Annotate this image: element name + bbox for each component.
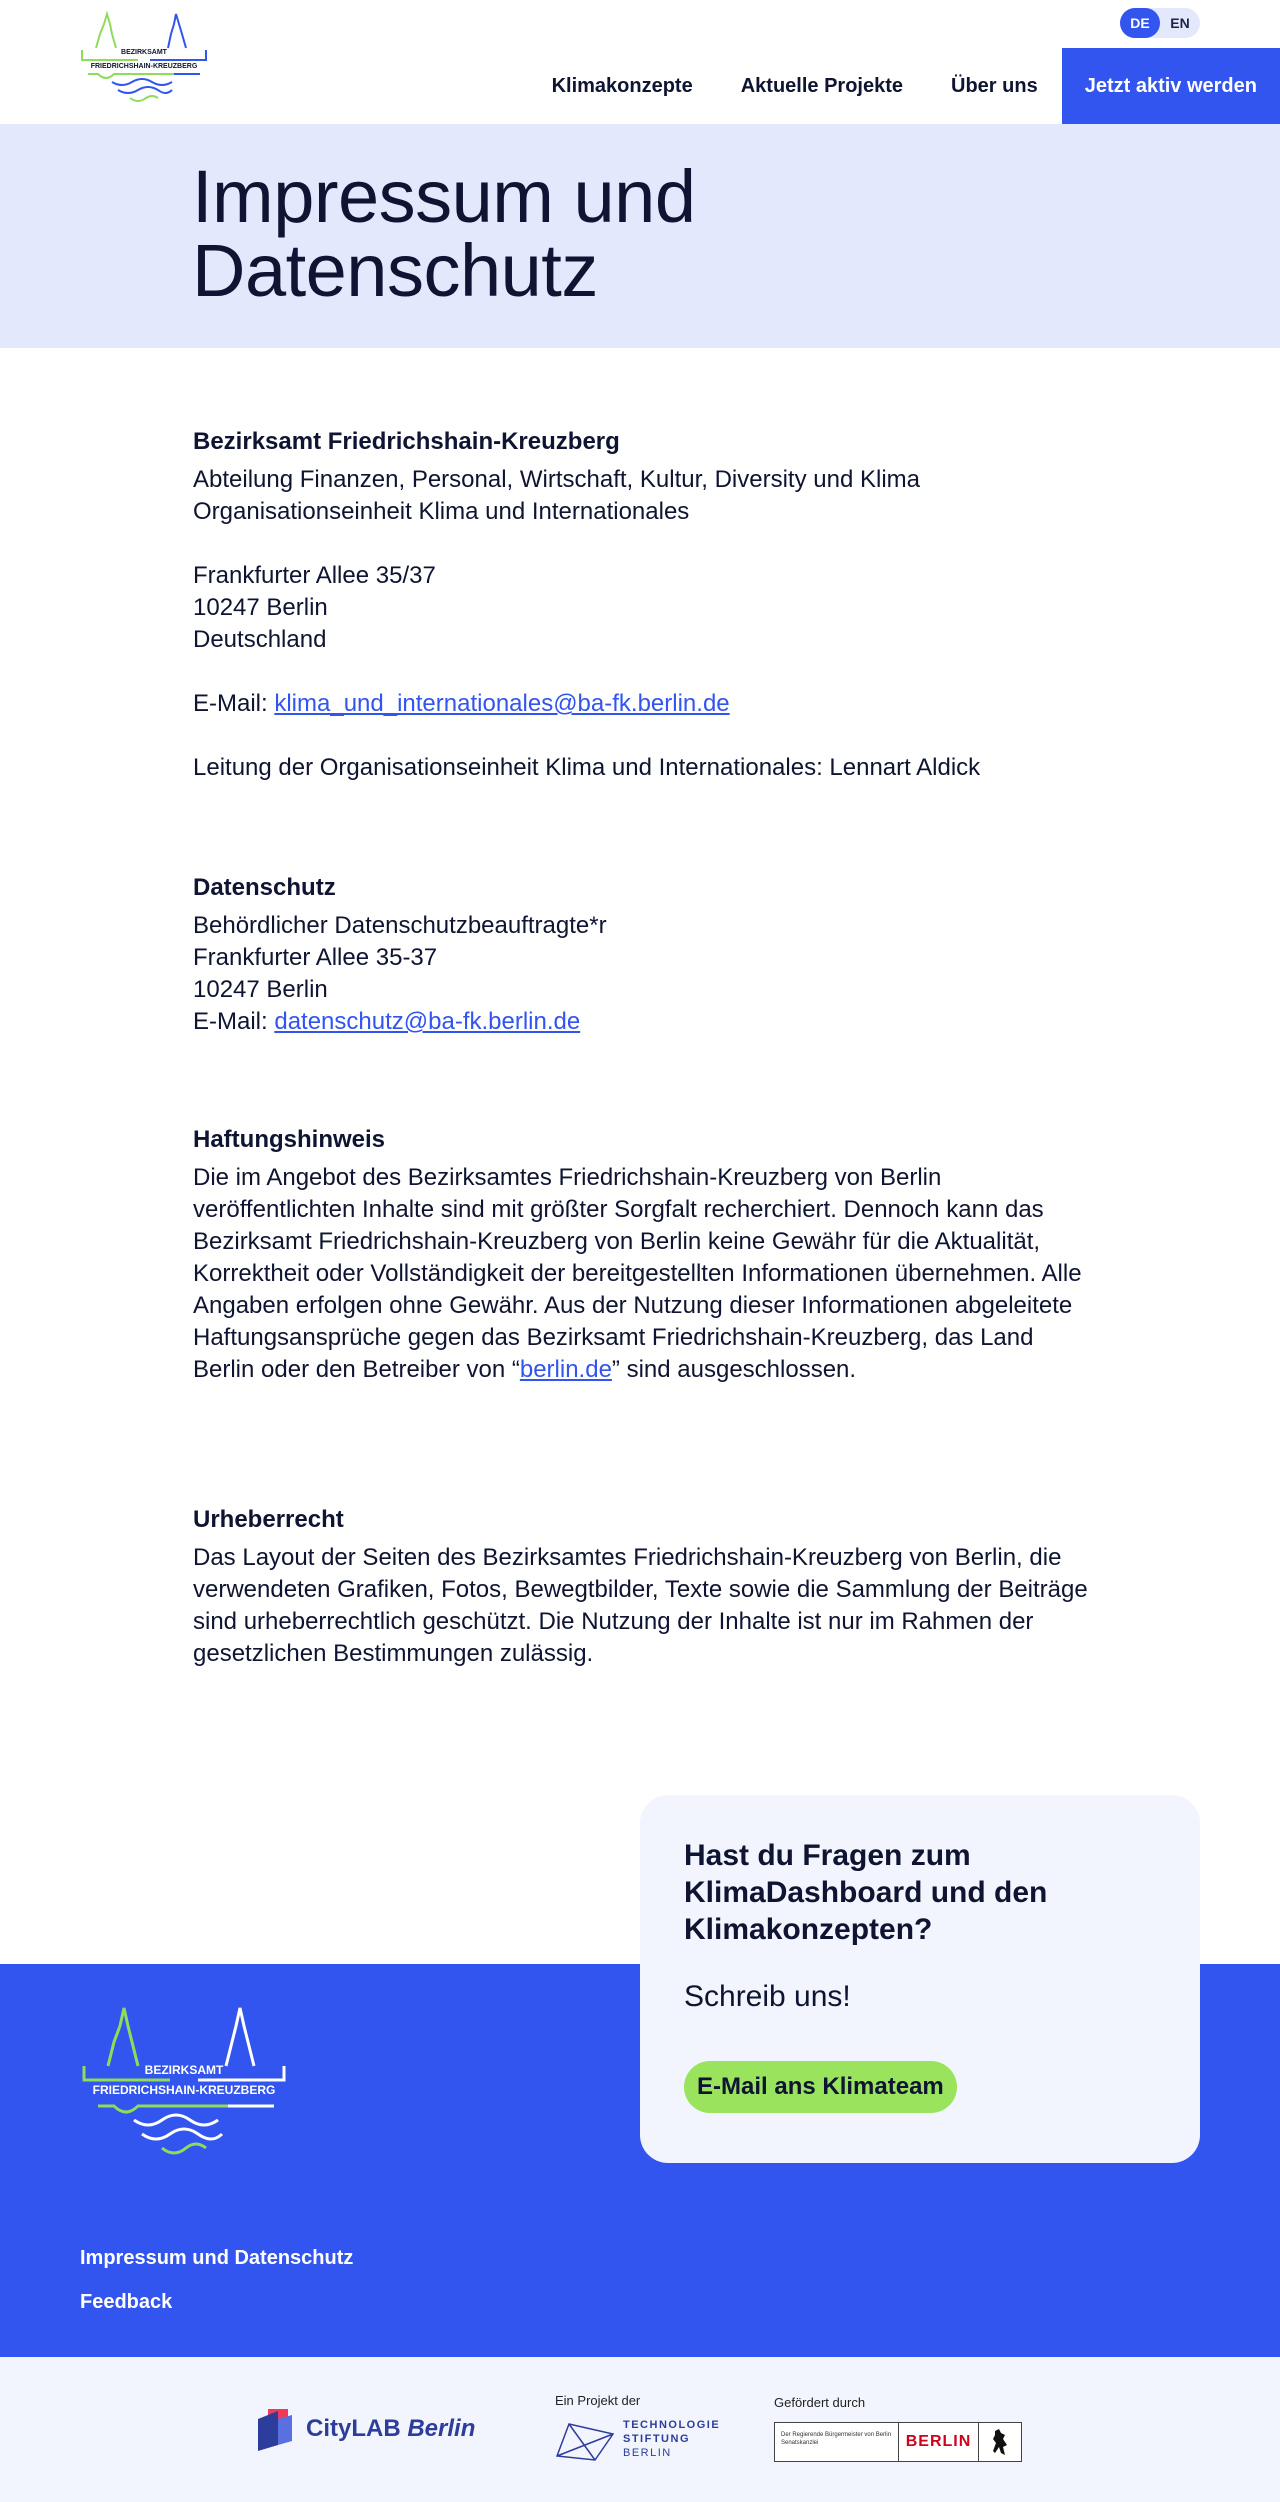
language-switcher: DE EN [1120,8,1200,38]
contact-card: Hast du Fragen zum KlimaDashboard und de… [640,1795,1200,2163]
impressum-heading: Bezirksamt Friedrichshain-Kreuzberg [193,428,620,455]
page-title: Impressum und Datenschutz [192,155,696,312]
haftung-text-before: Die im Angebot des Bezirksamtes Friedric… [193,1164,1082,1383]
urheber-text: Das Layout der Seiten des Bezirksamtes F… [193,1544,1088,1667]
datenschutz-heading: Datenschutz [193,874,336,901]
tsb-word-1: TECHNOLOGIE [623,2419,721,2431]
tsb-word-2: STIFTUNG [623,2433,690,2445]
haftung-heading: Haftungshinweis [193,1126,386,1153]
berlin-small-text: Der Regierende Bürgermeister von Berlin … [775,2423,899,2461]
contact-question: Hast du Fragen zum KlimaDashboard und de… [684,1839,1048,1946]
impressum-city: 10247 Berlin [193,594,328,621]
footer-logo-graphic: BEZIRKSAMT FRIEDRICHSHAIN-KREUZBERG [82,2007,286,2155]
citylab-logo[interactable]: CityLAB Berlin [254,2405,475,2453]
berlin-word: BERLIN [899,2423,979,2461]
impressum-country: Deutschland [193,626,327,653]
haftung-text-after: ” sind ausgeschlossen. [611,1356,857,1383]
tsb-words: TECHNOLOGIE STIFTUNG BERLIN [623,2418,720,2460]
email-label: E-Mail: [193,690,275,717]
nav-jetzt-aktiv-button[interactable]: Jetzt aktiv werden [1061,48,1280,124]
bear-icon-graphic [993,2429,1007,2455]
bezirksamt-logo-graphic: BEZIRKSAMT FRIEDRICHSHAIN-KREUZBERG [81,10,207,102]
citylab-text: CityLAB Berlin [306,2415,475,2443]
datenschutz-line2: Frankfurter Allee 35-37 [193,944,438,971]
email-label: E-Mail: [193,1008,275,1035]
urheber-heading: Urheberrecht [193,1506,344,1533]
datenschutz-line1: Behördlicher Datenschutzbeauftragte*r [193,912,607,939]
berlin-caption: Gefördert durch [774,2395,866,2410]
haftung-text: Die im Angebot des Bezirksamtes Friedric… [193,1162,1093,1386]
berlin-logo-box: Der Regierende Bürgermeister von Berlin … [774,2422,1022,2462]
footer-feedback-link[interactable]: Feedback [80,2290,353,2314]
citylab-word: CityLAB [306,2415,408,2442]
tsb-caption: Ein Projekt der [555,2393,641,2408]
impressum-email-line: E-Mail: klima_und_internationales@ba-fk.… [193,688,1113,720]
bezirksamt-logo[interactable]: BEZIRKSAMT FRIEDRICHSHAIN-KREUZBERG [78,10,210,114]
impressum-dept1: Abteilung Finanzen, Personal, Wirtschaft… [193,466,920,493]
tsb-mark: TECHNOLOGIE STIFTUNG BERLIN [555,2416,720,2462]
berlin-de-link[interactable]: berlin.de [520,1356,612,1383]
impressum-dept2: Organisationseinheit Klima und Internati… [193,498,690,525]
nav-klimakonzepte[interactable]: Klimakonzepte [528,48,717,124]
datenschutz-section: Datenschutz Behördlicher Datenschutzbeau… [193,872,1113,1038]
main-nav: Klimakonzepte Aktuelle Projekte Über uns… [528,48,1280,124]
site-header: BEZIRKSAMT FRIEDRICHSHAIN-KREUZBERG DE E… [0,0,1280,124]
title-band: Impressum und Datenschutz [0,124,1280,348]
footer-impressum-link[interactable]: Impressum und Datenschutz [80,2246,353,2270]
berlin-senatskanzlei-logo[interactable]: Gefördert durch Der Regierende Bürgermei… [774,2395,1022,2462]
datenschutz-line3: 10247 Berlin [193,976,328,1003]
impressum-leitung: Leitung der Organisationseinheit Klima u… [193,754,981,781]
svg-text:FRIEDRICHSHAIN-KREUZBERG: FRIEDRICHSHAIN-KREUZBERG [91,63,198,70]
datenschutz-email-line: E-Mail: datenschutz@ba-fk.berlin.de [193,1006,1113,1038]
svg-text:BEZIRKSAMT: BEZIRKSAMT [121,49,168,56]
technologiestiftung-logo[interactable]: Ein Projekt der TECHNOLOGIE STIFTUNG BER… [555,2393,720,2462]
partners-bar: CityLAB Berlin Ein Projekt der TECHNOLOG… [0,2357,1280,2502]
urheber-section: Urheberrecht Das Layout der Seiten des B… [193,1504,1093,1670]
svg-text:BEZIRKSAMT: BEZIRKSAMT [145,2063,224,2077]
impressum-section: Bezirksamt Friedrichshain-Kreuzberg Abte… [193,426,1113,784]
datenschutz-email-link[interactable]: datenschutz@ba-fk.berlin.de [274,1008,580,1035]
impressum-street: Frankfurter Allee 35/37 [193,562,436,589]
tsb-word-3: BERLIN [623,2447,672,2459]
haftung-section: Haftungshinweis Die im Angebot des Bezir… [193,1124,1093,1386]
nav-ueber-uns[interactable]: Über uns [927,48,1062,124]
impressum-email-link[interactable]: klima_und_internationales@ba-fk.berlin.d… [274,690,729,717]
lang-de-button[interactable]: DE [1120,8,1160,38]
footer-links: Impressum und Datenschutz Feedback [80,2246,353,2334]
email-klimateam-button[interactable]: E-Mail ans Klimateam [684,2061,957,2113]
contact-sub: Schreib uns! [684,1980,851,2013]
svg-text:FRIEDRICHSHAIN-KREUZBERG: FRIEDRICHSHAIN-KREUZBERG [93,2083,276,2097]
nav-aktuelle-projekte[interactable]: Aktuelle Projekte [717,48,927,124]
tsb-icon [555,2423,615,2461]
citylab-berlin-word: Berlin [407,2415,476,2442]
lang-en-button[interactable]: EN [1160,8,1200,38]
berlin-bear-icon [979,2423,1021,2461]
footer-bezirksamt-logo[interactable]: BEZIRKSAMT FRIEDRICHSHAIN-KREUZBERG [78,2002,290,2170]
citylab-icon [258,2409,292,2451]
